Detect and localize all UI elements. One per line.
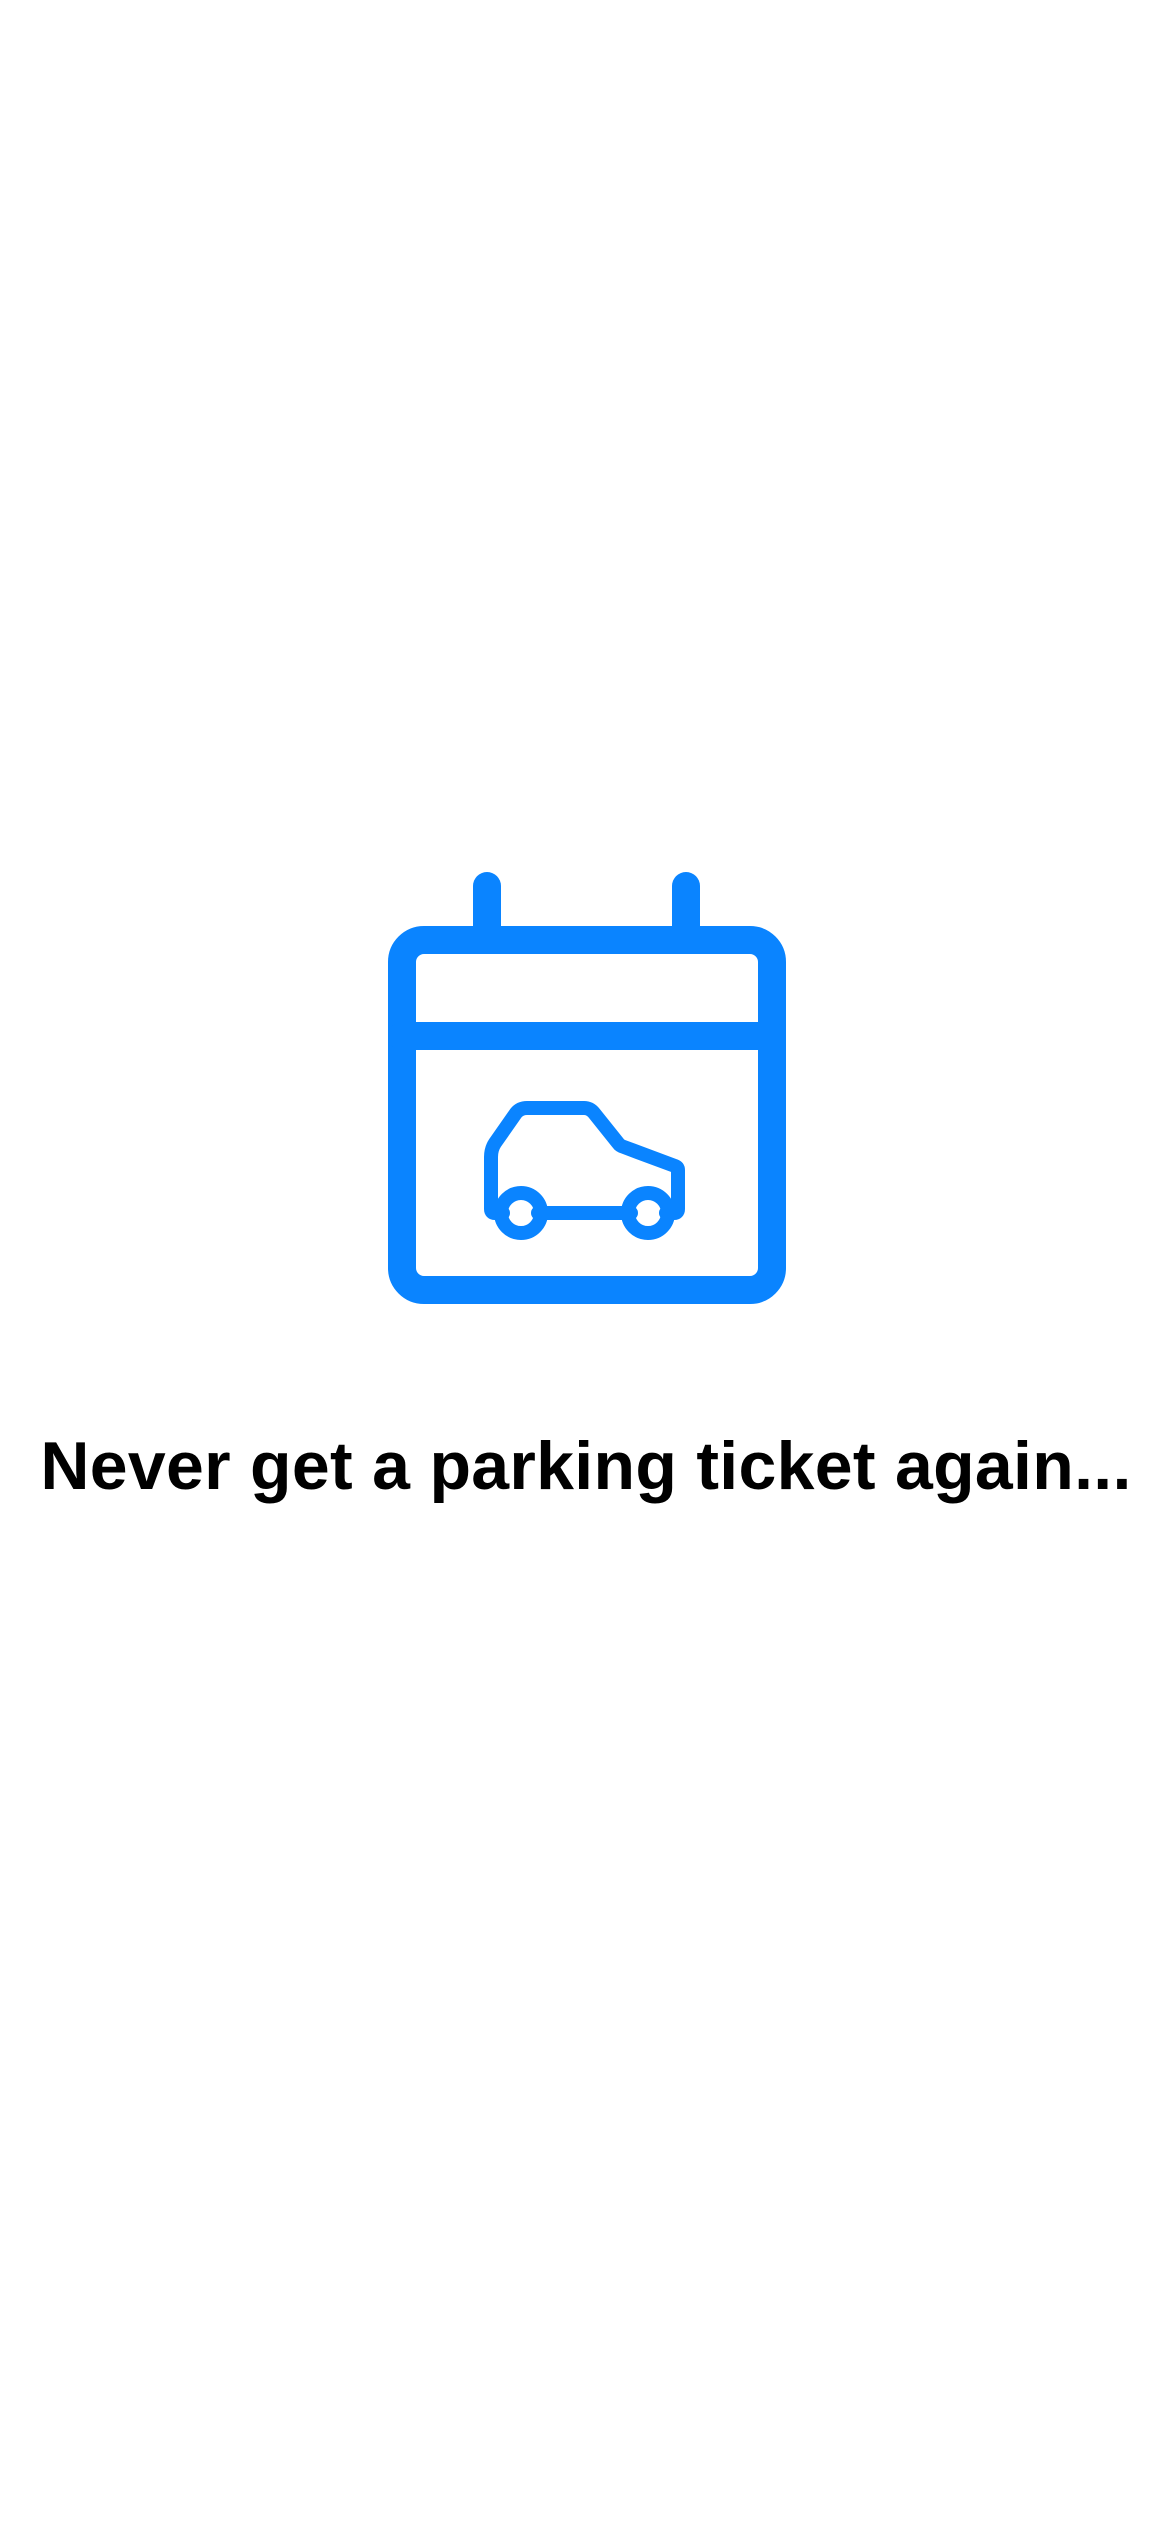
onboarding-headline: Never get a parking ticket again... — [40, 1428, 1132, 1504]
onboarding-screen: Never get a parking ticket again... — [0, 0, 1172, 2532]
calendar-car-icon — [388, 870, 786, 1304]
